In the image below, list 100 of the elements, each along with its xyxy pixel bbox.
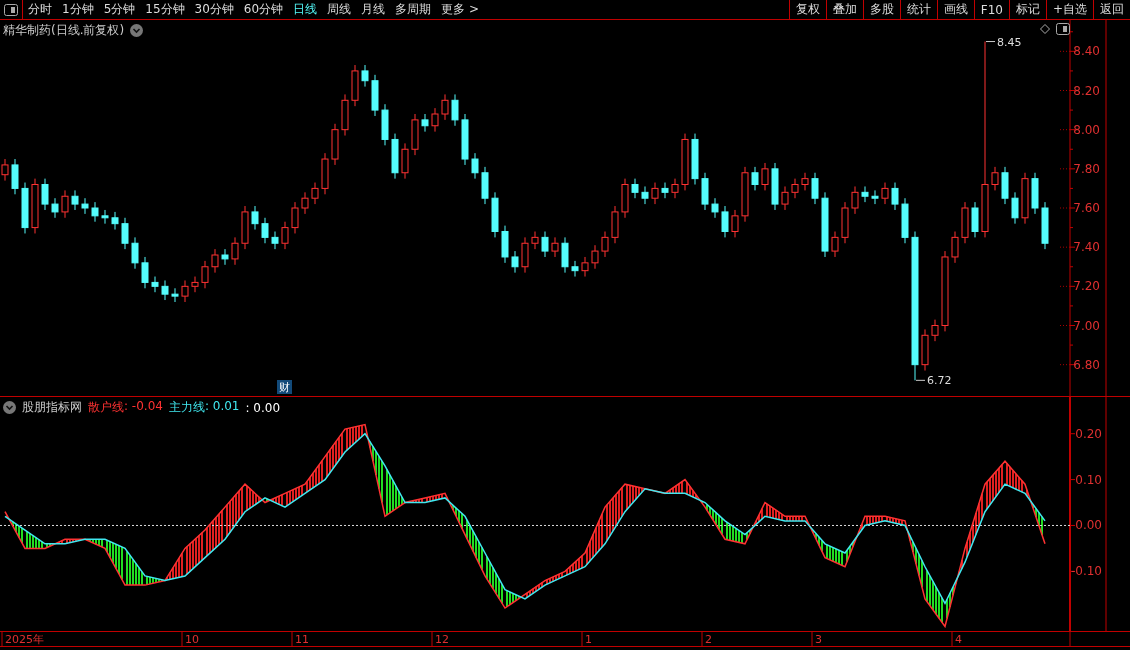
- candlestick: [801, 172, 809, 191]
- candlestick: [141, 256, 149, 289]
- candlestick: [601, 231, 609, 258]
- period-tab[interactable]: 60分钟: [238, 0, 289, 19]
- candlestick: [851, 185, 859, 215]
- candlestick: [431, 107, 439, 133]
- candlestick: [401, 142, 409, 180]
- period-tab[interactable]: 30分钟: [189, 0, 239, 19]
- candlestick: [511, 250, 519, 274]
- axis-label: 8.20: [1073, 83, 1100, 98]
- candlestick: [551, 236, 559, 258]
- candlestick: [131, 236, 139, 270]
- indicator-title: 股朋指标网: [22, 399, 82, 416]
- diamond-icon[interactable]: [1040, 24, 1050, 34]
- period-tab[interactable]: 周线: [322, 0, 357, 19]
- candlestick: [581, 256, 589, 278]
- candlestick: [831, 231, 839, 258]
- candlestick: [651, 182, 659, 205]
- finance-badge[interactable]: 财: [277, 380, 292, 394]
- candlestick: [151, 276, 159, 293]
- legend-reading: : -0.04: [124, 399, 163, 415]
- candlestick: [61, 189, 69, 219]
- candlestick: [641, 185, 649, 205]
- candlestick: [231, 236, 239, 266]
- panel-toggle-icon[interactable]: [4, 3, 18, 16]
- axis-label: 7.60: [1073, 201, 1100, 215]
- candlestick: [871, 189, 879, 205]
- candlestick: [311, 182, 319, 205]
- chevron-down-icon[interactable]: [130, 24, 144, 37]
- date-label: 2025年: [5, 633, 44, 646]
- candlestick: [121, 217, 129, 250]
- period-tab[interactable]: 日线: [288, 0, 323, 19]
- candlestick: [931, 319, 939, 342]
- candlestick: [881, 182, 889, 205]
- candlestick: [761, 162, 769, 191]
- legend-reading: : 0.00: [245, 400, 281, 415]
- candlestick: [211, 248, 219, 274]
- axis-label: 7.20: [1073, 279, 1100, 294]
- candlestick: [951, 231, 959, 264]
- candlestick: [11, 158, 19, 195]
- candlestick: [661, 182, 669, 199]
- period-tab[interactable]: 分时: [23, 0, 57, 19]
- candlestick: [531, 231, 539, 250]
- candlestick: [291, 201, 299, 234]
- candlestick: [441, 93, 449, 121]
- leader-line: [915, 379, 926, 381]
- candlestick: [591, 244, 599, 270]
- candlestick: [971, 201, 979, 238]
- candlestick: [891, 182, 899, 211]
- date-label: 4: [955, 633, 962, 646]
- candlestick: [51, 197, 59, 219]
- candlestick: [271, 231, 279, 250]
- date-label: 2: [705, 633, 712, 646]
- date-label: 3: [815, 633, 822, 646]
- candlestick: [791, 178, 799, 199]
- panel-toggle-icon[interactable]: [1056, 23, 1070, 35]
- candlestick: [41, 178, 49, 211]
- candlestick: [91, 201, 99, 223]
- chevron-down-icon[interactable]: [3, 401, 16, 414]
- axis-label: 0.00: [1075, 518, 1102, 533]
- period-tab[interactable]: 15分钟: [140, 0, 190, 19]
- candlestick: [451, 93, 459, 127]
- axis-label: 7.00: [1073, 318, 1100, 333]
- candlestick: [71, 189, 79, 211]
- period-tab[interactable]: 多周期: [390, 0, 437, 19]
- candlestick: [471, 152, 479, 180]
- legend-reading: : 0.01: [204, 399, 240, 415]
- candlestick: [781, 185, 789, 211]
- candlestick: [161, 279, 169, 301]
- candlestick: [171, 287, 179, 303]
- candlestick: [541, 231, 549, 258]
- candlestick: [711, 197, 719, 219]
- period-tab[interactable]: 更多 >: [436, 0, 484, 19]
- candlestick: [221, 248, 229, 266]
- candlestick: [421, 113, 429, 133]
- date-label: 12: [435, 633, 449, 646]
- axis-label: -0.10: [1070, 564, 1102, 579]
- series-name: 散户线: [88, 399, 124, 416]
- date-label: 1: [585, 633, 592, 646]
- candlestick: [251, 205, 259, 231]
- period-tab[interactable]: 月线: [356, 0, 391, 19]
- candlestick: [301, 191, 309, 215]
- axis-label: 7.80: [1073, 161, 1100, 176]
- candlestick: [201, 260, 209, 289]
- period-tab[interactable]: 1分钟: [57, 0, 99, 19]
- candlestick: [991, 166, 999, 191]
- candlestick: [631, 178, 639, 199]
- candlestick: [861, 185, 869, 203]
- candlestick: [181, 279, 189, 303]
- leader-line: [985, 41, 996, 43]
- axis-label: 0.20: [1075, 426, 1102, 441]
- candlestick: [101, 209, 109, 225]
- period-tab[interactable]: 5分钟: [98, 0, 141, 19]
- date-label: 11: [295, 633, 309, 646]
- candlestick: [561, 236, 569, 274]
- candlestick: [1011, 191, 1019, 225]
- candlestick: [571, 260, 579, 278]
- axis-label: 8.00: [1073, 122, 1100, 137]
- axis-label: 8.40: [1073, 44, 1100, 59]
- candlestick: [191, 276, 199, 293]
